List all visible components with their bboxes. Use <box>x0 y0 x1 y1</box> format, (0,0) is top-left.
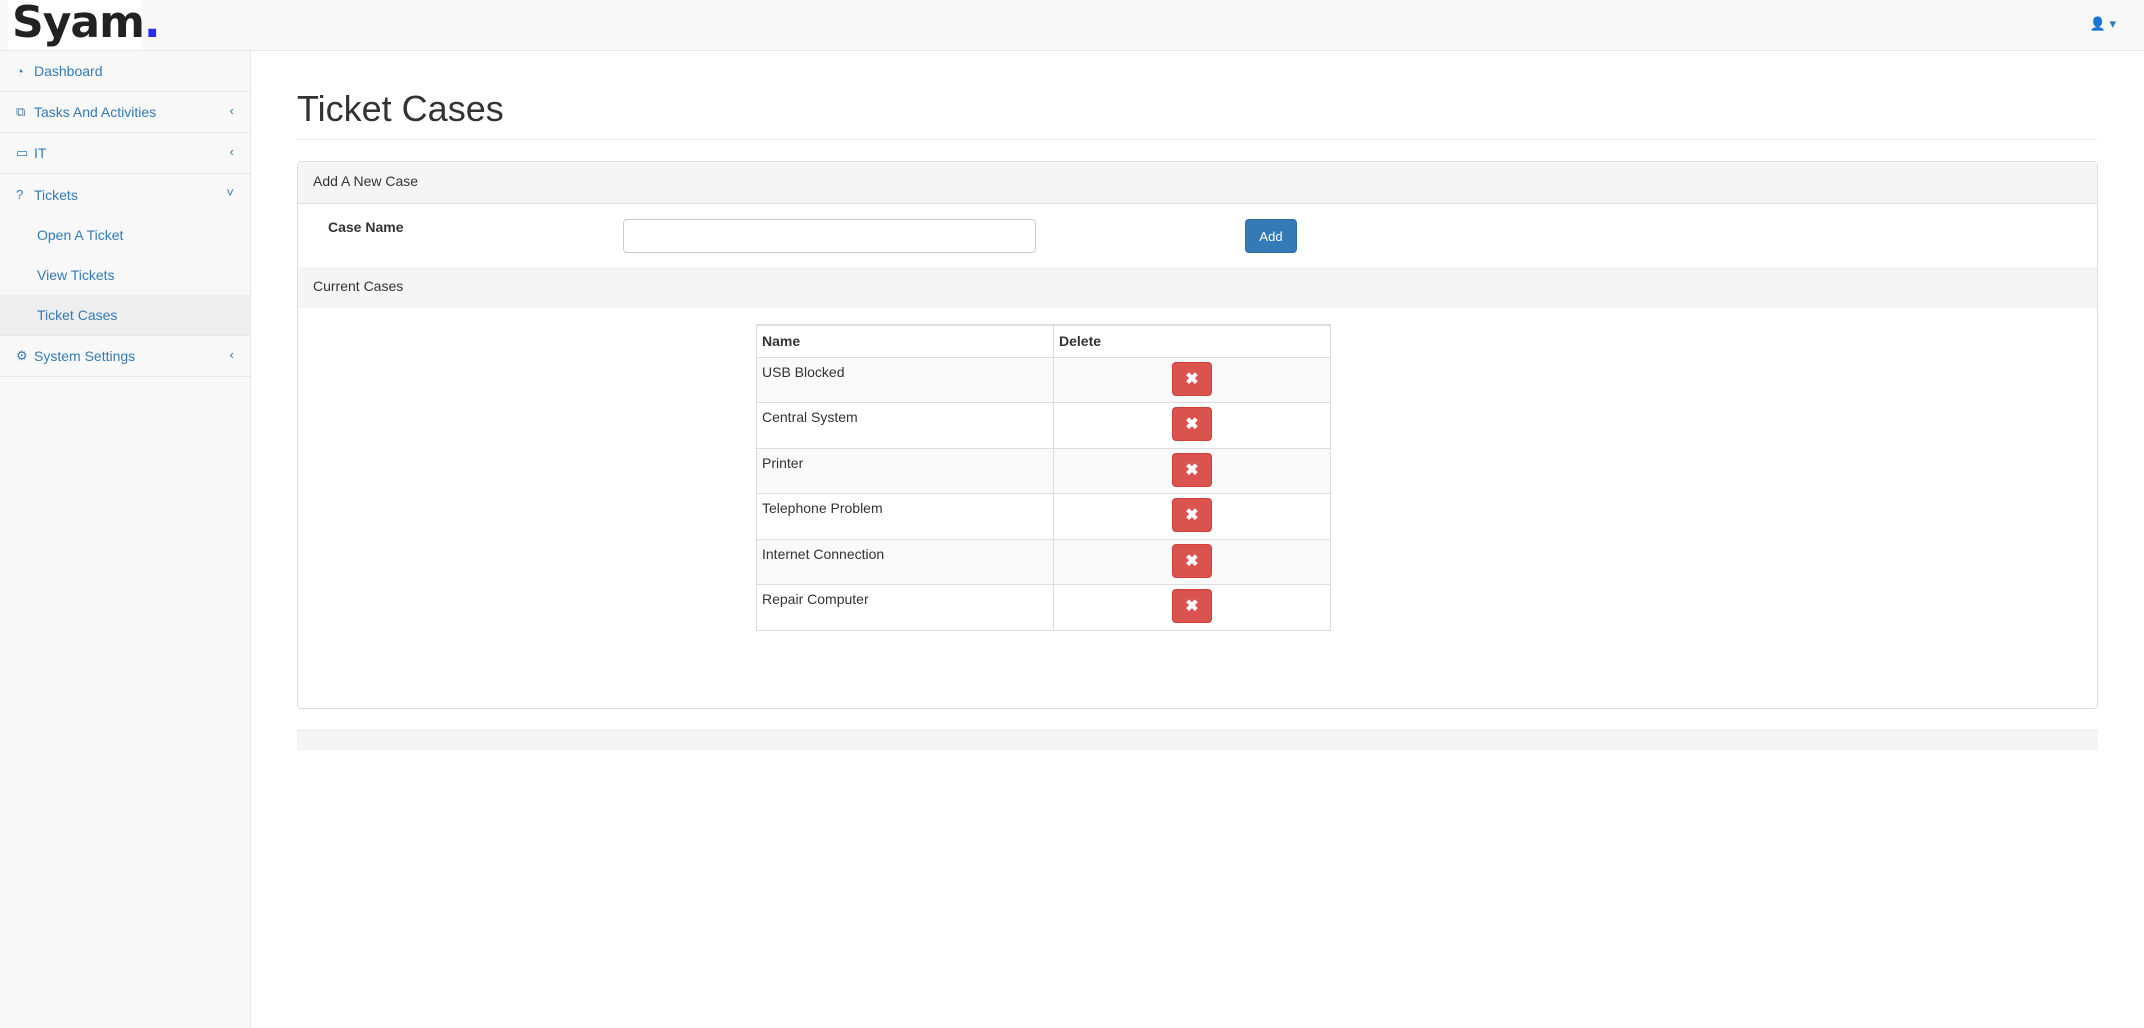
sidebar-item-dashboard[interactable]: ◔ Dashboard <box>0 51 250 92</box>
delete-button[interactable]: ✖ <box>1172 361 1212 396</box>
delete-button[interactable]: ✖ <box>1172 543 1212 578</box>
chevron-left-icon: ‹ <box>229 103 234 118</box>
add-case-heading: Add A New Case <box>298 162 2097 204</box>
logo[interactable]: Syam. <box>8 0 161 50</box>
sidebar-item-system-settings[interactable]: ⚙ System Settings ‹ <box>0 336 250 377</box>
sidebar-subitem-ticket-cases[interactable]: Ticket Cases <box>0 295 250 335</box>
table-row: Telephone Problem ✖ <box>756 493 1331 540</box>
current-cases-heading: Current Cases <box>298 267 2097 308</box>
close-icon: ✖ <box>1185 507 1199 524</box>
case-name-input[interactable] <box>623 219 1036 253</box>
dashboard-icon: ◔ <box>16 63 24 79</box>
table-row: Repair Computer ✖ <box>756 584 1331 631</box>
case-name: Printer <box>756 447 1054 494</box>
desktop-icon: ▭ <box>16 145 29 160</box>
delete-button[interactable]: ✖ <box>1172 452 1212 487</box>
case-name: Central System <box>756 402 1054 449</box>
table-row: USB Blocked ✖ <box>756 356 1331 403</box>
copy-icon: ⧉ <box>16 104 26 119</box>
case-name: Repair Computer <box>756 584 1054 631</box>
table-row: Central System ✖ <box>756 402 1331 449</box>
top-navbar: Syam. 👤 ▾ <box>0 0 2144 51</box>
case-name: Internet Connection <box>756 538 1054 585</box>
user-menu-dropdown[interactable]: 👤 ▾ <box>2090 16 2116 32</box>
close-icon: ✖ <box>1185 552 1199 570</box>
chevron-down-icon: ˅ <box>226 185 234 200</box>
cases-table: Name Delete USB Blocked ✖ Central System ✖ P… <box>756 324 1331 631</box>
divider <box>297 139 2098 140</box>
footer <box>297 730 2098 751</box>
user-icon: 👤 <box>2089 16 2106 31</box>
table-row: Printer ✖ <box>756 447 1331 494</box>
chevron-left-icon: ‹ <box>229 347 234 362</box>
delete-button[interactable]: ✖ <box>1172 589 1212 623</box>
question-circle-icon: ? <box>16 187 24 202</box>
gear-icon: ⚙ <box>16 348 28 363</box>
chevron-left-icon: ‹ <box>229 144 234 159</box>
delete-button[interactable]: ✖ <box>1172 498 1212 532</box>
close-icon: ✖ <box>1185 598 1199 615</box>
sidebar-item-tickets[interactable]: ? Tickets ˅ <box>0 174 250 215</box>
case-name: Telephone Problem <box>756 493 1054 540</box>
cases-panel: Add A New Case Case Name Add Current Cas… <box>297 161 2098 709</box>
add-button[interactable]: Add <box>1245 219 1297 253</box>
sidebar: ◔ Dashboard ⧉ Tasks And Activities ‹ ▭ IT ‹ ?… <box>0 51 251 1028</box>
page-title: Ticket Cases <box>297 88 504 129</box>
close-icon: ✖ <box>1185 416 1199 433</box>
sidebar-item-tasks[interactable]: ⧉ Tasks And Activities ‹ <box>0 92 250 133</box>
table-row: Internet Connection ✖ <box>756 538 1331 585</box>
delete-button[interactable]: ✖ <box>1172 407 1212 441</box>
close-icon: ✖ <box>1185 370 1199 388</box>
column-header-name: Name <box>756 324 1054 358</box>
caret-down-icon: ▾ <box>2109 16 2116 31</box>
sidebar-subitem-open-ticket[interactable]: Open A Ticket <box>0 215 250 255</box>
case-name: USB Blocked <box>756 356 1054 403</box>
column-header-delete: Delete <box>1053 324 1331 358</box>
sidebar-item-it[interactable]: ▭ IT ‹ <box>0 133 250 174</box>
case-name-label: Case Name <box>328 219 404 235</box>
close-icon: ✖ <box>1185 461 1199 479</box>
sidebar-subitem-view-tickets[interactable]: View Tickets <box>0 255 250 295</box>
